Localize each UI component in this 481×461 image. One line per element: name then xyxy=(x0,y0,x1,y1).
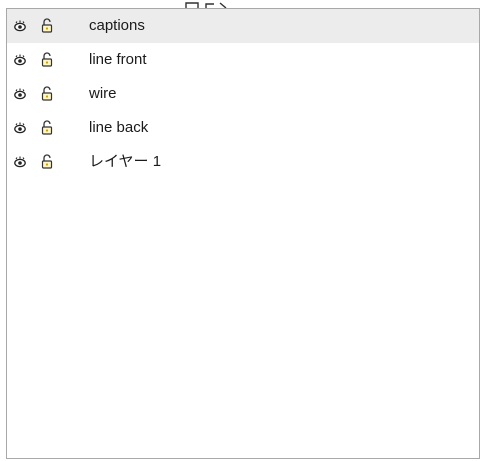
layer-row[interactable]: レイヤー 1 xyxy=(7,145,479,179)
layer-name: line back xyxy=(89,119,149,136)
unlocked-icon[interactable] xyxy=(41,86,53,101)
layer-row[interactable]: line back xyxy=(7,111,479,145)
layer-name: line front xyxy=(89,51,147,68)
layer-row[interactable]: captions xyxy=(7,9,479,43)
unlocked-icon[interactable] xyxy=(41,18,53,33)
unlocked-icon[interactable] xyxy=(41,52,53,67)
unlocked-icon[interactable] xyxy=(41,120,53,135)
eye-icon[interactable] xyxy=(13,87,27,101)
layer-list: captions line front wire line back レイヤー … xyxy=(7,9,479,179)
eye-icon[interactable] xyxy=(13,121,27,135)
unlocked-icon[interactable] xyxy=(41,154,53,169)
layer-row[interactable]: line front xyxy=(7,43,479,77)
layers-panel: captions line front wire line back レイヤー … xyxy=(6,8,480,459)
layer-name: wire xyxy=(89,85,117,102)
layer-name: captions xyxy=(89,17,145,34)
panel-title-stub xyxy=(180,0,232,8)
eye-icon[interactable] xyxy=(13,53,27,67)
eye-icon[interactable] xyxy=(13,19,27,33)
eye-icon[interactable] xyxy=(13,155,27,169)
layer-row[interactable]: wire xyxy=(7,77,479,111)
layer-name: レイヤー 1 xyxy=(89,153,162,170)
